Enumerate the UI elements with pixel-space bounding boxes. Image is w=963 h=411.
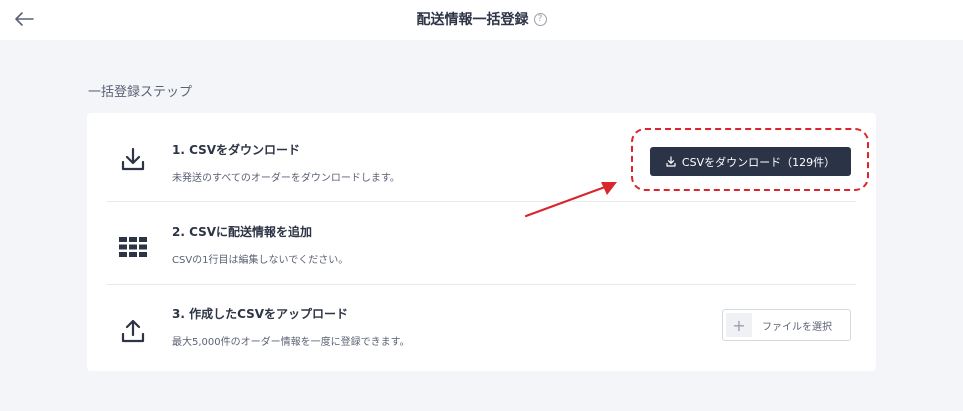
plus-icon: + bbox=[726, 313, 752, 337]
step-description: 最大5,000件のオーダー情報を一度に登録できます。 bbox=[172, 337, 410, 348]
step-add-info: 2. CSVに配送情報を追加 CSVの1行目は編集しないでください。 bbox=[87, 201, 876, 285]
step-title: 2. CSVに配送情報を追加 bbox=[172, 225, 313, 239]
download-small-icon bbox=[666, 156, 676, 167]
section-heading: 一括登録ステップ bbox=[88, 85, 193, 100]
step-description: CSVの1行目は編集しないでください。 bbox=[172, 255, 349, 266]
download-icon bbox=[115, 141, 151, 177]
step-download: 1. CSVをダウンロード 未発送のすべてのオーダーをダウンロードします。 CS… bbox=[87, 113, 876, 201]
steps-card: 1. CSVをダウンロード 未発送のすべてのオーダーをダウンロードします。 CS… bbox=[87, 113, 876, 371]
page-title-text: 配送情報一括登録 bbox=[416, 12, 529, 28]
step-description: 未発送のすべてのオーダーをダウンロードします。 bbox=[172, 173, 400, 184]
step-upload: 3. 作成したCSVをアップロード 最大5,000件のオーダー情報を一度に登録で… bbox=[87, 285, 876, 371]
annotation-arrow-icon bbox=[524, 182, 617, 218]
download-button-label: CSVをダウンロード（129件） bbox=[681, 155, 836, 169]
question-circle-icon[interactable]: ? bbox=[533, 12, 547, 26]
select-file-label: ファイルを選択 bbox=[762, 321, 832, 333]
download-csv-button[interactable]: CSVをダウンロード（129件） bbox=[650, 147, 851, 176]
grid-table-icon bbox=[115, 229, 151, 265]
step-title: 3. 作成したCSVをアップロード bbox=[172, 307, 349, 321]
upload-icon bbox=[115, 313, 151, 349]
step-title: 1. CSVをダウンロード bbox=[172, 143, 301, 157]
select-file-button[interactable]: + ファイルを選択 bbox=[722, 309, 851, 341]
page-title: 配送情報一括登録? bbox=[0, 9, 963, 29]
top-bar: 配送情報一括登録? bbox=[0, 0, 963, 40]
